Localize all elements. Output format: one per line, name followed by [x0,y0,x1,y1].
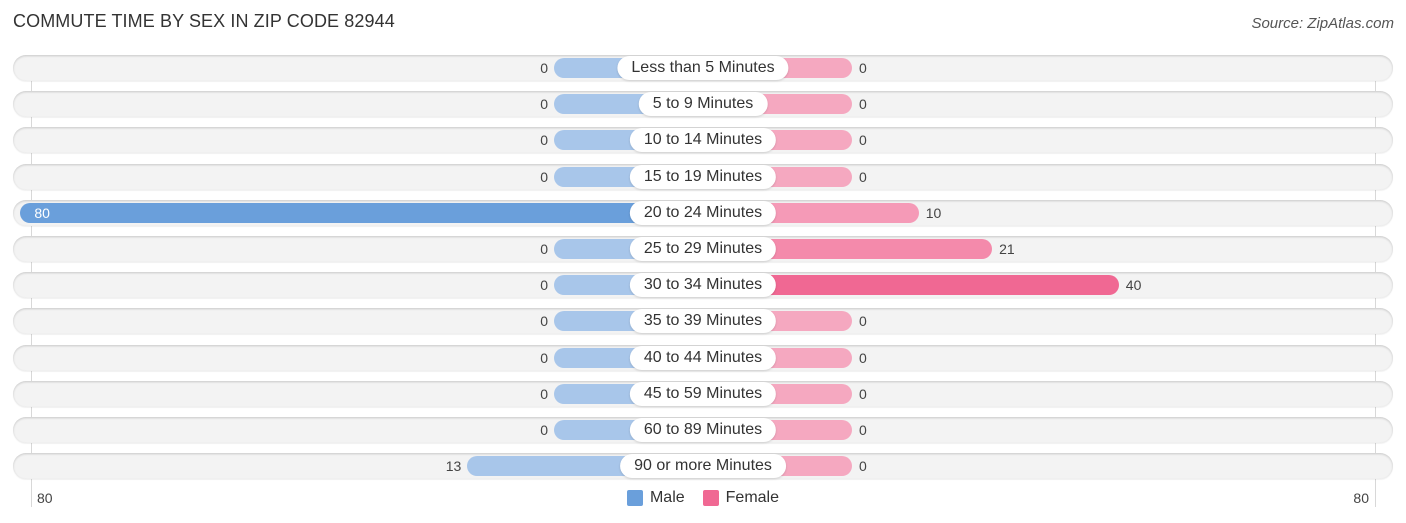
male-value-label: 0 [540,349,548,366]
female-value-label: 0 [859,168,867,185]
male-value-label: 0 [540,168,548,185]
male-value-label: 0 [540,422,548,438]
category-label: 5 to 9 Minutes [638,92,768,117]
female-value-label: 0 [859,96,867,113]
female-value-label: 0 [859,422,867,438]
male-value-label: 0 [540,132,548,149]
female-value-label: 0 [859,60,867,76]
female-value-label: 0 [859,313,867,330]
male-value-label: 0 [540,277,548,294]
legend-item-female[interactable]: Female [702,489,780,507]
male-bar[interactable] [20,202,703,223]
legend-label-male: Male [649,489,685,506]
category-label: 40 to 44 Minutes [629,345,777,370]
female-value-label: 21 [999,241,1015,257]
male-value-label: 0 [540,313,548,330]
legend: Male Female [0,489,1406,507]
male-value-label: 0 [540,96,548,113]
female-value-label: 0 [859,349,867,366]
male-value-label: 80 [34,204,50,221]
male-value-label: 0 [540,60,548,76]
legend-swatch-female [702,490,719,506]
female-value-label: 0 [859,385,867,402]
male-value-label: 13 [445,458,462,475]
category-label: 25 to 29 Minutes [629,237,777,261]
category-label: 90 or more Minutes [620,454,786,479]
category-label: 15 to 19 Minutes [629,164,777,189]
legend-item-male[interactable]: Male [626,489,685,507]
male-value-label: 0 [540,385,548,402]
category-label: 45 to 59 Minutes [629,381,777,406]
category-label: 20 to 24 Minutes [629,200,777,225]
category-label: 60 to 89 Minutes [629,418,777,442]
category-label: 10 to 14 Minutes [629,128,777,153]
female-value-label: 40 [1125,277,1142,294]
source-label: Source: ZipAtlas.com [1251,15,1394,32]
legend-label-female: Female [725,489,780,506]
male-value-label: 0 [540,241,548,257]
female-value-label: 0 [859,458,867,475]
category-label: 35 to 39 Minutes [629,309,777,334]
chart-title: COMMUTE TIME BY SEX IN ZIP CODE 82944 [13,11,395,31]
female-value-label: 10 [925,204,942,221]
legend-swatch-male [626,490,643,506]
category-label: Less than 5 Minutes [617,56,789,80]
female-value-label: 0 [859,132,867,149]
category-label: 30 to 34 Minutes [629,273,777,298]
